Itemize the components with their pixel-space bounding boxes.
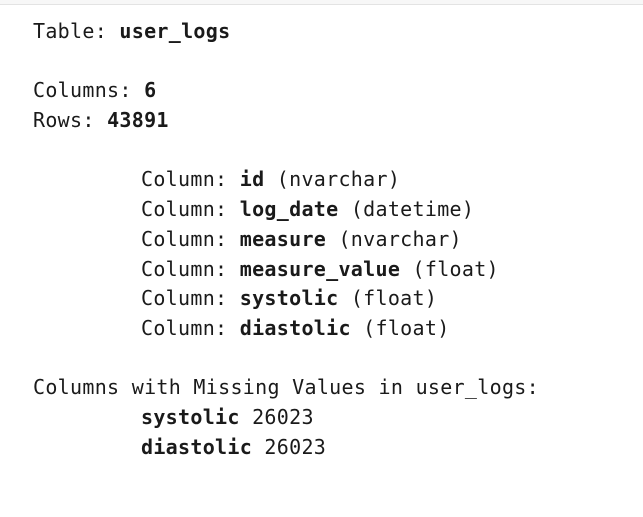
column-line-systolic: Column: systolic (float) xyxy=(33,284,633,314)
column-type: (float) xyxy=(363,315,450,340)
column-type: (nvarchar) xyxy=(338,226,462,251)
missing-item-systolic: systolic 26023 xyxy=(33,403,633,433)
missing-count: 26023 xyxy=(252,404,314,429)
column-prefix: Column: xyxy=(141,167,228,192)
column-line-log-date: Column: log_date (datetime) xyxy=(33,195,633,225)
column-prefix: Column: xyxy=(141,286,228,311)
column-type: (float) xyxy=(412,256,499,281)
table-label: Table: xyxy=(33,19,108,43)
missing-column-name: diastolic xyxy=(141,434,253,459)
column-line-id: Column: id (nvarchar) xyxy=(33,165,633,195)
columns-count-line: Columns: 6 xyxy=(33,76,633,106)
column-name: measure xyxy=(239,226,327,251)
column-line-measure-value: Column: measure_value (float) xyxy=(33,255,633,285)
rows-count-value: 43891 xyxy=(107,108,169,133)
cell-output: Table: user_logs Columns: 6 Rows: 43891 … xyxy=(33,17,633,462)
column-prefix: Column: xyxy=(141,256,228,281)
cell-top-border xyxy=(0,0,643,5)
column-type: (datetime) xyxy=(350,197,475,222)
column-prefix: Column: xyxy=(141,226,228,251)
columns-count-value: 6 xyxy=(144,78,157,103)
column-line-diastolic: Column: diastolic (float) xyxy=(33,314,633,344)
missing-item-diastolic: diastolic 26023 xyxy=(33,433,633,463)
column-name: systolic xyxy=(239,286,339,311)
column-type: (nvarchar) xyxy=(276,167,401,192)
column-line-measure: Column: measure (nvarchar) xyxy=(33,225,633,255)
missing-values-header: Columns with Missing Values in user_logs… xyxy=(33,375,539,400)
table-name: user_logs xyxy=(119,19,231,43)
column-name: id xyxy=(239,167,265,192)
table-name-line: Table: user_logs xyxy=(33,17,633,47)
column-prefix: Column: xyxy=(141,197,228,222)
rows-count-line: Rows: 43891 xyxy=(33,106,633,136)
missing-count: 26023 xyxy=(264,434,327,459)
missing-column-name: systolic xyxy=(141,404,240,429)
rows-count-label: Rows: xyxy=(33,108,95,133)
column-name: log_date xyxy=(239,197,339,222)
column-type: (float) xyxy=(350,286,438,311)
column-prefix: Column: xyxy=(141,315,228,340)
columns-count-label: Columns: xyxy=(33,78,132,103)
column-name: measure_value xyxy=(239,256,401,281)
column-name: diastolic xyxy=(239,315,351,340)
